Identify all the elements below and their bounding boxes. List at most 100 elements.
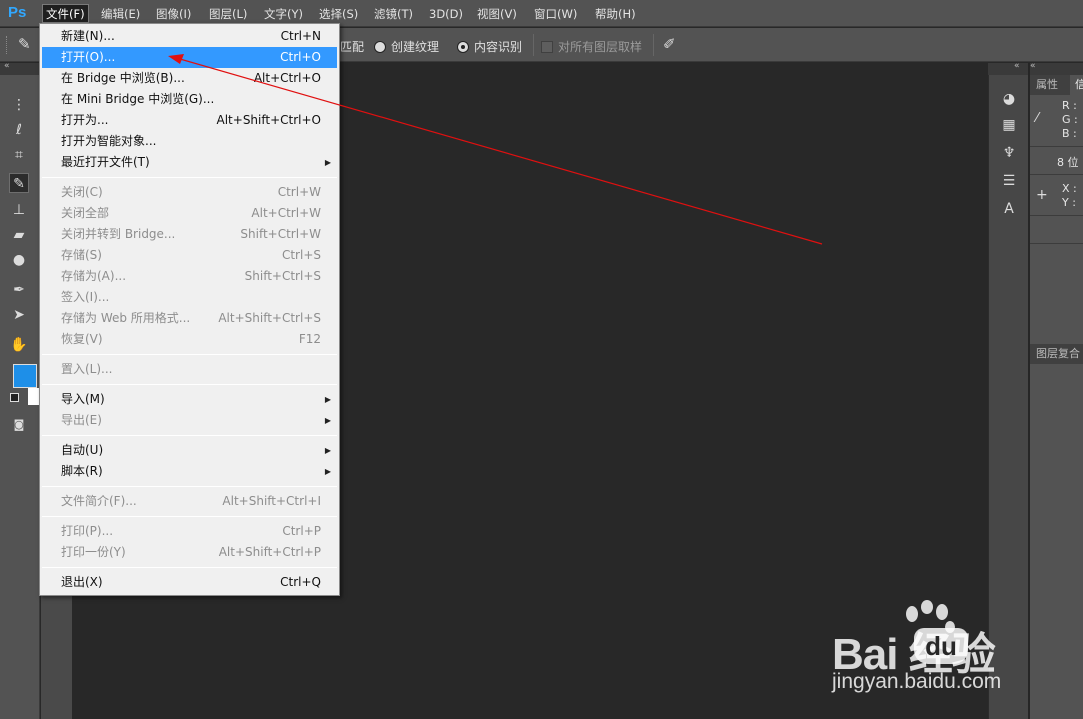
menu-item-3-1[interactable]: 导出(E) ▶ [42,410,337,431]
info-b-label: B : [1062,127,1077,140]
lower-panel-tab-bar: 图层复合 [1030,344,1083,364]
menu-separator [42,177,337,178]
watermark-du-badge: du [914,628,968,664]
menu-item-1-4[interactable]: 存储为(A)... Shift+Ctrl+S [42,266,337,287]
menu-edit[interactable]: 编辑(E) [98,5,143,23]
options-separator [653,34,654,56]
foreground-color-swatch[interactable] [13,364,37,388]
menu-item-0-2[interactable]: 在 Bridge 中浏览(B)... Alt+Ctrl+O [42,68,337,89]
menu-item-3-0[interactable]: 导入(M) ▶ [42,389,337,410]
menu-item-6-1[interactable]: 打印一份(Y) Alt+Shift+Ctrl+P [42,542,337,563]
pressure-size-icon[interactable]: ✐ [663,35,683,55]
blur-tool-icon[interactable]: ● [9,250,29,270]
hand-tool-icon[interactable]: ✋ [9,335,29,355]
menu-select[interactable]: 选择(S) [316,5,361,23]
menu-type[interactable]: 文字(Y) [261,5,306,23]
radio-content-aware[interactable]: 内容识别 [457,38,522,55]
menu-item-shortcut: Shift+Ctrl+W [240,227,321,241]
menu-window[interactable]: 窗口(W) [531,5,580,23]
radio-icon [374,41,386,53]
menu-item-label: 关闭(C) [61,185,103,199]
options-grip[interactable] [6,36,9,54]
menu-layer[interactable]: 图层(L) [206,5,250,23]
menu-item-1-3[interactable]: 存储(S) Ctrl+S [42,245,337,266]
right-collapse-strip[interactable]: « [988,61,1028,75]
menu-image[interactable]: 图像(I) [153,5,194,23]
lasso-tool-icon[interactable]: ℓ [9,120,29,140]
menu-item-0-3[interactable]: 在 Mini Bridge 中浏览(G)... [42,89,337,110]
menu-item-1-7[interactable]: 恢复(V) F12 [42,329,337,350]
divider [1030,243,1083,244]
radio-selected-icon [457,41,469,53]
menu-separator [42,567,337,568]
menu-item-shortcut: Ctrl+S [281,248,321,262]
menu-item-label: 导入(M) [61,392,105,406]
menu-item-label: 在 Mini Bridge 中浏览(G)... [61,92,215,106]
menu-item-shortcut: Alt+Ctrl+O [253,71,321,85]
default-colors-icon[interactable] [10,393,19,402]
baidu-jingyan-watermark: Bai 经验 du jingyan.baidu.com [828,600,1068,700]
menu-item-label: 打印一份(Y) [61,545,126,559]
brushes-icon[interactable]: ♆ [999,143,1019,163]
quick-mask-icon[interactable]: ◙ [9,415,29,435]
tab-layer-comps[interactable]: 图层复合 [1036,344,1080,364]
menu-item-label: 自动(U) [61,443,104,457]
menu-item-4-0[interactable]: 自动(U) ▶ [42,440,337,461]
menu-separator [42,516,337,517]
healing-brush-tool-icon[interactable]: ✎ [9,173,29,193]
color-palette-icon[interactable]: ◕ [999,89,1019,109]
tab-properties[interactable]: 属性 [1036,75,1058,95]
radio-create-texture[interactable]: 创建纹理 [374,38,439,55]
menu-item-label: 打开为智能对象... [61,134,157,148]
checkbox-sample-all-layers[interactable]: 对所有图层取样 [541,38,642,55]
menu-item-0-6[interactable]: 最近打开文件(T) ▶ [42,152,337,173]
info-x-label: X : [1062,182,1077,195]
character-icon[interactable]: A [999,199,1019,219]
menu-item-label: 存储为(A)... [61,269,127,283]
clone-stamp-tool-icon[interactable]: ⊥ [9,200,29,220]
menu-item-0-0[interactable]: 新建(N)... Ctrl+N [42,26,337,47]
menu-item-5-0[interactable]: 文件简介(F)... Alt+Shift+Ctrl+I [42,491,337,512]
menu-item-0-1[interactable]: 打开(O)... Ctrl+O [42,47,337,68]
options-separator [533,34,534,56]
marquee-tool-icon[interactable]: ⋮ [9,95,29,115]
menu-item-1-5[interactable]: 签入(I)... [42,287,337,308]
menu-item-7-0[interactable]: 退出(X) Ctrl+Q [42,572,337,593]
menu-item-1-1[interactable]: 关闭全部 Alt+Ctrl+W [42,203,337,224]
tools-panel: ⋮ ℓ ⌗ ✎ ⊥ ▰ ● ✒ ➤ ✋ ◙ [0,75,40,719]
radio-create-texture-label: 创建纹理 [391,40,440,54]
divider [1030,174,1083,175]
collapse-icon: « [1014,61,1020,71]
menu-item-0-4[interactable]: 打开为... Alt+Shift+Ctrl+O [42,110,337,131]
menu-filter[interactable]: 滤镜(T) [371,5,416,23]
adjustments-icon[interactable]: ☰ [999,171,1019,191]
menu-3d[interactable]: 3D(D) [426,5,466,23]
submenu-arrow-icon: ▶ [324,395,331,404]
swatches-grid-icon[interactable]: ▦ [999,115,1019,135]
menu-item-1-2[interactable]: 关闭并转到 Bridge... Shift+Ctrl+W [42,224,337,245]
menu-item-6-0[interactable]: 打印(P)... Ctrl+P [42,521,337,542]
menu-help[interactable]: 帮助(H) [592,5,639,23]
crop-tool-icon[interactable]: ⌗ [9,145,29,165]
menu-item-2-0[interactable]: 置入(L)... [42,359,337,380]
menu-item-0-5[interactable]: 打开为智能对象... [42,131,337,152]
radio-content-aware-label: 内容识别 [474,40,523,54]
menu-item-4-1[interactable]: 脚本(R) ▶ [42,461,337,482]
eraser-tool-icon[interactable]: ▰ [9,225,29,245]
menu-view[interactable]: 视图(V) [474,5,520,23]
pen-tool-icon[interactable]: ✒ [9,280,29,300]
menu-item-label: 打印(P)... [61,524,114,538]
file-menu-dropdown: 新建(N)... Ctrl+N 打开(O)... Ctrl+O 在 Bridge 中浏览… [39,23,340,596]
panel-collapse-strip[interactable]: « [1030,61,1083,75]
menu-item-shortcut: Ctrl+N [280,29,321,43]
menu-item-label: 导出(E) [61,413,102,427]
tab-info[interactable]: 信 [1070,75,1083,95]
menu-item-1-0[interactable]: 关闭(C) Ctrl+W [42,182,337,203]
path-selection-tool-icon[interactable]: ➤ [9,305,29,325]
menu-item-label: 存储为 Web 所用格式... [61,311,191,325]
healing-brush-preset-icon[interactable]: ✎ [18,35,40,55]
submenu-arrow-icon: ▶ [324,446,331,455]
menu-item-1-6[interactable]: 存储为 Web 所用格式... Alt+Shift+Ctrl+S [42,308,337,329]
menu-file[interactable]: 文件(F) [42,4,89,23]
menu-item-shortcut: Ctrl+P [282,524,321,538]
